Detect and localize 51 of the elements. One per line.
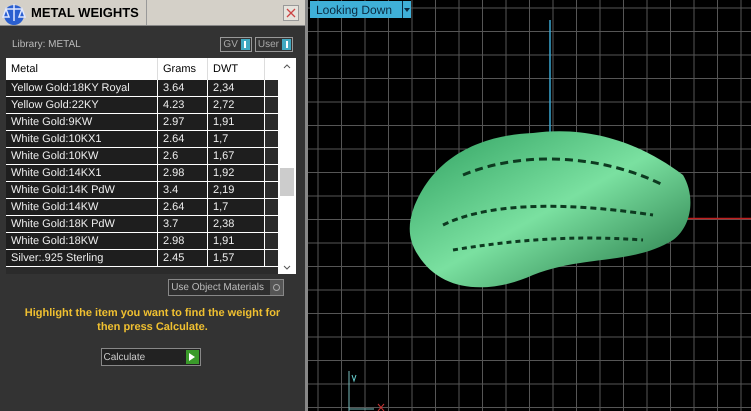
table-cell: 1,7 bbox=[208, 131, 265, 147]
table-cell: Yellow Gold:18KY Royal bbox=[6, 80, 158, 96]
table-cell: 3.7 bbox=[158, 216, 208, 232]
table-cell: 2.98 bbox=[158, 233, 208, 249]
play-icon bbox=[189, 353, 195, 361]
close-button[interactable] bbox=[283, 4, 299, 20]
table-cell: 1,92 bbox=[208, 165, 265, 181]
view-dropdown[interactable]: Looking Down bbox=[310, 1, 411, 18]
table-cell: White Gold:18K PdW bbox=[6, 216, 158, 232]
scroll-up-icon[interactable] bbox=[283, 64, 291, 69]
table-cell: 1,7 bbox=[208, 199, 265, 215]
table-cell: Yellow Gold:22KY bbox=[6, 97, 158, 113]
table-cell: 4.23 bbox=[158, 97, 208, 113]
table-cell: 3.4 bbox=[158, 182, 208, 198]
table-cell: 2.6 bbox=[158, 148, 208, 164]
instruction-text: Highlight the item you want to find the weight for then press Calculate. bbox=[24, 306, 282, 334]
table-cell: White Gold:9KW bbox=[6, 114, 158, 130]
table-cell: 2.64 bbox=[158, 199, 208, 215]
table-cell: White Gold:10KW bbox=[6, 148, 158, 164]
table-cell: White Gold:18KW bbox=[6, 233, 158, 249]
table-cell: 2,19 bbox=[208, 182, 265, 198]
table-cell: White Gold:10KX1 bbox=[6, 131, 158, 147]
viewport[interactable]: Looking Down bbox=[308, 0, 751, 411]
table-cell: 2,38 bbox=[208, 216, 265, 232]
table-cell: 2.45 bbox=[158, 250, 208, 266]
table-cell: 1,57 bbox=[208, 250, 265, 266]
toggle-button[interactable]: User bbox=[254, 37, 293, 52]
caret-icon bbox=[404, 8, 410, 12]
table-cell: 2.64 bbox=[158, 131, 208, 147]
scroll-down-icon[interactable] bbox=[283, 265, 291, 270]
table-cell: White Gold:14KX1 bbox=[6, 165, 158, 181]
table-cell: Silver:.925 Sterling bbox=[6, 250, 158, 266]
x-axis-line bbox=[688, 217, 751, 220]
use-object-materials-checkbox[interactable]: Use Object Materials bbox=[168, 279, 284, 296]
table-cell: 1,67 bbox=[208, 148, 265, 164]
table-cell: 2.98 bbox=[158, 165, 208, 181]
table-cell: White Gold:14K PdW bbox=[6, 182, 158, 198]
table-cell: 1,91 bbox=[208, 233, 265, 249]
scroll-thumb[interactable] bbox=[280, 168, 294, 196]
toggle-button[interactable]: GV bbox=[220, 37, 252, 52]
library-label: Library: METAL bbox=[12, 38, 82, 52]
table-cell: 2.97 bbox=[158, 114, 208, 130]
close-icon bbox=[286, 8, 296, 18]
scrollbar[interactable] bbox=[278, 58, 296, 274]
table-cell: 2,72 bbox=[208, 97, 265, 113]
table-cell: 1,91 bbox=[208, 114, 265, 130]
calculate-button[interactable]: Calculate bbox=[100, 348, 200, 366]
table-cell: 3.64 bbox=[158, 80, 208, 96]
table-cell: White Gold:14KW bbox=[6, 199, 158, 215]
table-cell: 2,34 bbox=[208, 80, 265, 96]
panel-title: METAL WEIGHTS bbox=[31, 4, 140, 22]
